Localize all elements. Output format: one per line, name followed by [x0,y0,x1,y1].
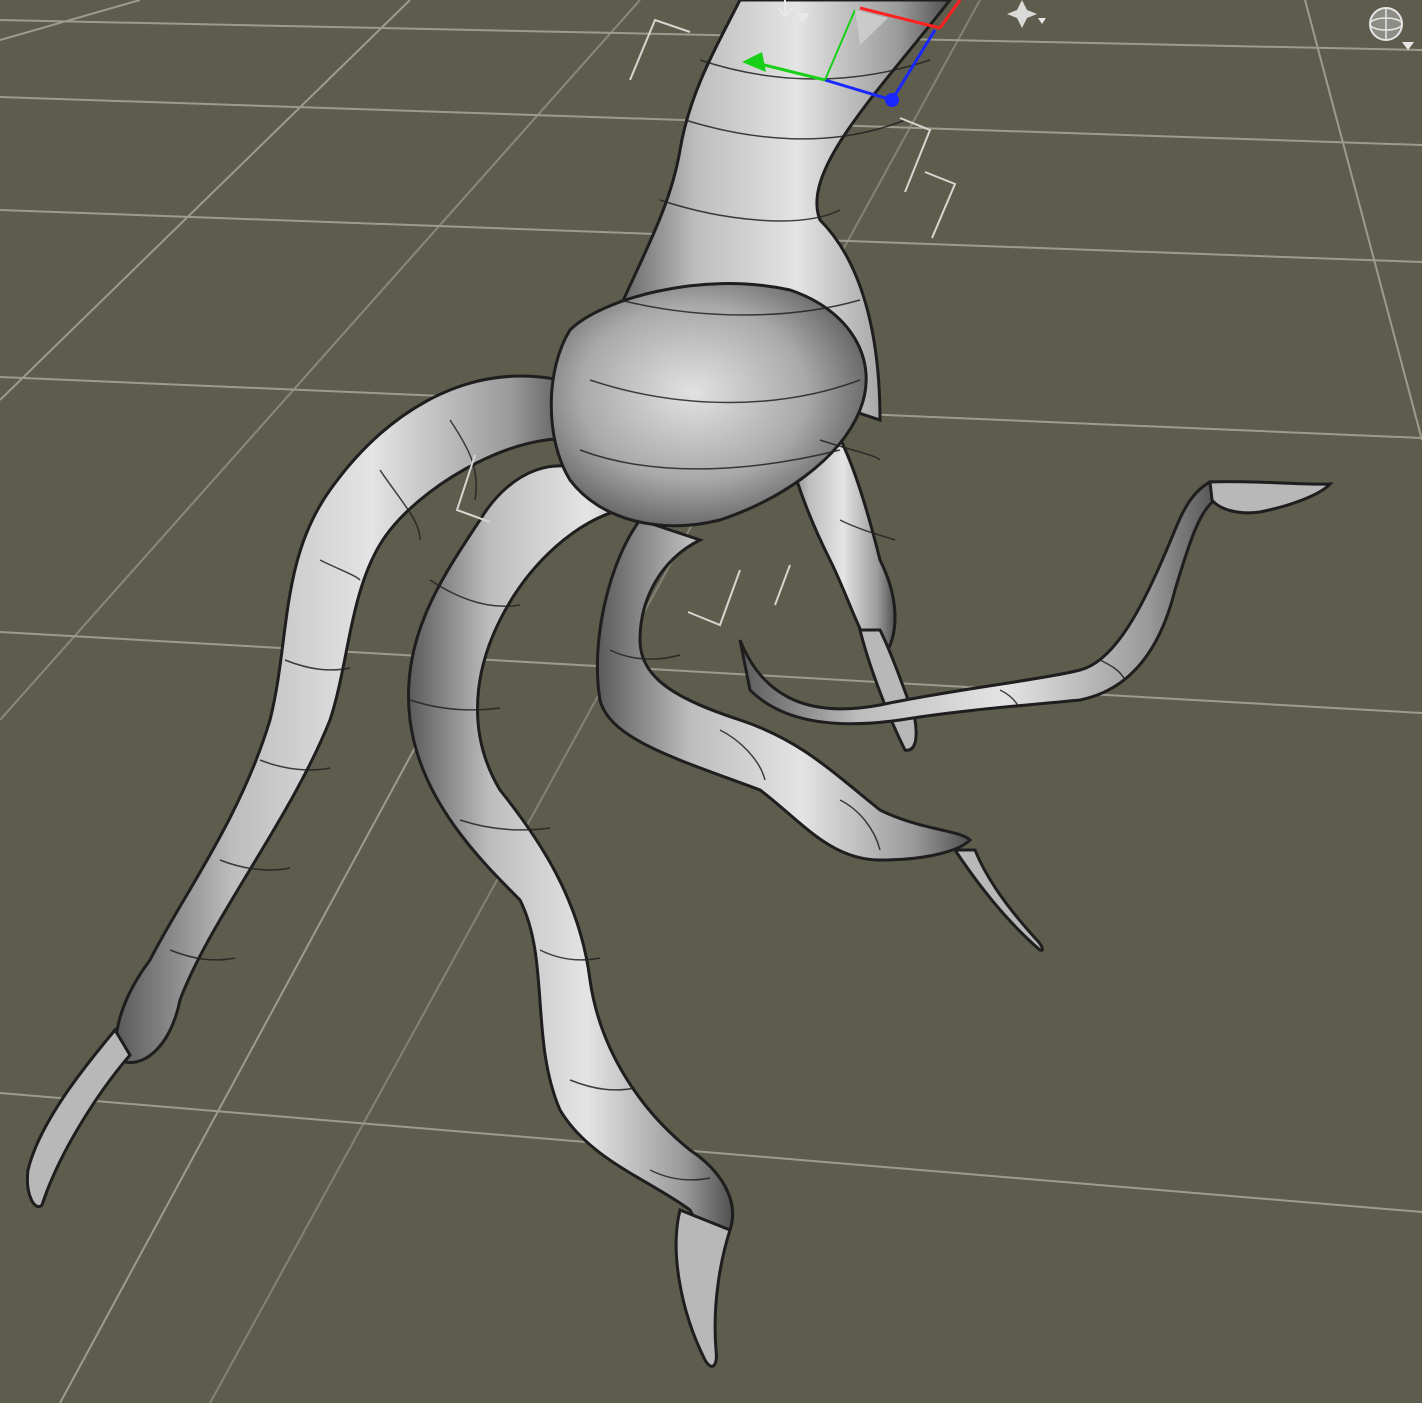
light-sparkle-icon[interactable] [1007,0,1046,28]
root-left-tip [25,1027,132,1209]
sphere-icon[interactable] [1369,7,1414,50]
root-inner [595,518,973,862]
3d-viewport[interactable] [0,0,1422,1403]
gizmo-z-handle [885,93,899,107]
tree-root-mesh[interactable] [25,0,1334,1368]
root-right-claw [858,628,918,752]
root-middle [407,464,735,1236]
viewport-canvas[interactable] [0,0,1422,1403]
root-middle-tip [674,1207,732,1368]
root-long-thin-tip [1208,480,1334,515]
root-left [114,374,583,1064]
root-inner-tip [952,848,1044,952]
